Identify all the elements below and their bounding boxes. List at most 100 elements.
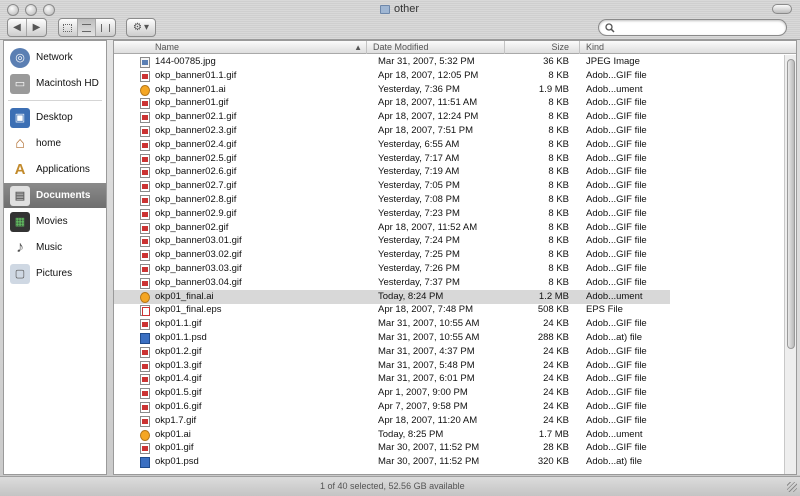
sidebar-item-music[interactable]: ♪ Music xyxy=(4,235,106,260)
table-row[interactable]: okp01.5.gif Apr 1, 2007, 9:00 PM 24 KB Adob… xyxy=(114,386,670,400)
file-name: okp01.gif xyxy=(155,442,194,454)
file-name: okp_banner01.gif xyxy=(155,97,229,109)
sidebar-item-movies[interactable]: ▦ Movies xyxy=(4,209,106,234)
search-input[interactable] xyxy=(619,22,779,33)
sidebar-item-network[interactable]: ◎ Network xyxy=(4,45,106,70)
sidebar: ◎ Network ▭ Macintosh HD ▣ Desktop ⌂ hom… xyxy=(3,40,107,475)
table-row[interactable]: okp_banner03.02.gif Yesterday, 7:25 PM 8 K… xyxy=(114,248,670,262)
scrollbar-thumb[interactable] xyxy=(787,59,795,349)
file-size: 24 KB xyxy=(543,318,569,330)
file-name: okp_banner02.1.gif xyxy=(155,111,237,123)
column-header-name[interactable]: Name ▲ xyxy=(114,41,367,54)
table-row[interactable]: okp_banner01.gif Apr 18, 2007, 11:51 AM 8 … xyxy=(114,96,670,110)
table-row[interactable]: okp_banner02.5.gif Yesterday, 7:17 AM 8 KB… xyxy=(114,152,670,166)
table-row[interactable]: okp_banner02.1.gif Apr 18, 2007, 12:24 PM… xyxy=(114,110,670,124)
psd-file-icon xyxy=(140,333,150,344)
table-row[interactable]: okp_banner02.8.gif Yesterday, 7:08 PM 8 KB… xyxy=(114,193,670,207)
list-view-icon xyxy=(82,23,91,32)
gif-file-icon xyxy=(140,388,150,400)
sidebar-item-desktop[interactable]: ▣ Desktop xyxy=(4,105,106,130)
home-icon: ⌂ xyxy=(15,134,25,152)
close-window-button[interactable] xyxy=(7,4,19,16)
table-row[interactable]: okp_banner03.04.gif Yesterday, 7:37 PM 8 K… xyxy=(114,276,670,290)
file-kind: Adob...ument xyxy=(586,290,643,302)
table-row[interactable]: 144-00785.jpg Mar 31, 2007, 5:32 PM 36 KB J… xyxy=(114,55,670,69)
column-header: Name ▲ Date Modified Size Kind xyxy=(114,41,796,54)
file-date: Mar 31, 2007, 6:01 PM xyxy=(378,373,475,385)
table-row[interactable]: okp_banner01.1.gif Apr 18, 2007, 12:05 PM… xyxy=(114,69,670,83)
table-row[interactable]: okp_banner03.01.gif Yesterday, 7:24 PM 8 K… xyxy=(114,234,670,248)
file-date: Mar 31, 2007, 4:37 PM xyxy=(378,345,475,357)
table-row[interactable]: okp_banner03.03.gif Yesterday, 7:26 PM 8 K… xyxy=(114,262,670,276)
table-row[interactable]: okp1.7.gif Apr 18, 2007, 11:20 AM 24 KB Ado… xyxy=(114,414,670,428)
file-date: Apr 18, 2007, 7:51 PM xyxy=(378,125,474,136)
icon-view-icon xyxy=(63,23,73,32)
file-date: Mar 31, 2007, 5:48 PM xyxy=(378,359,475,371)
table-row[interactable]: okp01.gif Mar 30, 2007, 11:52 PM 28 KB Adob… xyxy=(114,441,670,455)
resize-grip-icon[interactable] xyxy=(787,482,797,492)
column-view-button[interactable] xyxy=(96,19,115,36)
table-row[interactable]: okp_banner02.6.gif Yesterday, 7:19 AM 8 KB… xyxy=(114,165,670,179)
file-size: 8 KB xyxy=(548,221,569,233)
search-field[interactable] xyxy=(598,19,787,36)
table-row[interactable]: okp01.1.gif Mar 31, 2007, 10:55 AM 24 KB Ad… xyxy=(114,317,670,331)
table-row[interactable]: okp_banner02.gif Apr 18, 2007, 11:52 AM 8 … xyxy=(114,221,670,235)
table-row[interactable]: okp01.1.psd Mar 31, 2007, 10:55 AM 288 KB A… xyxy=(114,331,670,345)
column-header-date[interactable]: Date Modified xyxy=(367,41,505,54)
sidebar-item-macintosh-hd[interactable]: ▭ Macintosh HD xyxy=(4,71,106,96)
view-buttons xyxy=(58,18,116,37)
file-date: Yesterday, 7:24 PM xyxy=(378,235,460,247)
file-name: okp_banner01.1.gif xyxy=(155,69,237,81)
sidebar-item-documents[interactable]: ▤ Documents xyxy=(4,183,106,208)
table-row[interactable]: okp01.4.gif Mar 31, 2007, 6:01 PM 24 KB Ado… xyxy=(114,372,670,386)
table-row[interactable]: okp01.3.gif Mar 31, 2007, 5:48 PM 24 KB Ado… xyxy=(114,359,670,373)
table-row[interactable]: okp_banner02.7.gif Yesterday, 7:05 PM 8 KB… xyxy=(114,179,670,193)
file-kind: EPS File xyxy=(586,304,623,316)
table-row[interactable]: okp01.ai Today, 8:25 PM 1.7 MB Adob...ument xyxy=(114,428,670,442)
column-header-kind[interactable]: Kind xyxy=(580,41,668,54)
table-row[interactable]: okp01_final.ai Today, 8:24 PM 1.2 MB Adob..… xyxy=(114,289,670,304)
action-menu-button[interactable]: ⚙ ▾ xyxy=(126,18,156,37)
sidebar-item-pictures[interactable]: ▢ Pictures xyxy=(4,261,106,286)
forward-button[interactable]: ▶ xyxy=(27,19,46,36)
table-row[interactable]: okp01.6.gif Apr 7, 2007, 9:58 PM 24 KB Adob… xyxy=(114,400,670,414)
file-size: 8 KB xyxy=(548,235,569,247)
column-header-size[interactable]: Size xyxy=(505,41,580,54)
list-view-button[interactable] xyxy=(77,19,97,36)
back-button[interactable]: ◀ xyxy=(8,19,28,36)
table-row[interactable]: okp_banner01.ai Yesterday, 7:36 PM 1.9 MB A… xyxy=(114,83,670,97)
table-row[interactable]: okp_banner02.3.gif Apr 18, 2007, 7:51 PM 8… xyxy=(114,124,670,138)
file-name: okp_banner02.7.gif xyxy=(155,180,237,192)
gif-file-icon xyxy=(140,153,150,165)
file-size: 24 KB xyxy=(543,401,569,412)
file-date: Mar 30, 2007, 11:52 PM xyxy=(378,442,480,454)
table-row[interactable]: okp01.2.gif Mar 31, 2007, 4:37 PM 24 KB Ado… xyxy=(114,345,670,359)
file-kind: Adob...GIF file xyxy=(586,442,647,454)
file-name: okp_banner02.9.gif xyxy=(155,207,237,219)
table-row[interactable]: okp_banner02.9.gif Yesterday, 7:23 PM 8 KB… xyxy=(114,207,670,221)
minimize-window-button[interactable] xyxy=(25,4,37,16)
file-name: okp01.1.gif xyxy=(155,318,202,330)
gif-file-icon xyxy=(140,222,150,234)
sidebar-item-applications[interactable]: A Applications xyxy=(4,157,106,182)
file-size: 8 KB xyxy=(548,276,569,288)
file-name: okp01_final.eps xyxy=(155,304,222,316)
toolbar-toggle-button[interactable] xyxy=(772,4,792,14)
sidebar-item-home[interactable]: ⌂ home xyxy=(4,131,106,156)
sidebar-item-label: Desktop xyxy=(36,112,73,123)
status-text: 1 of 40 selected, 52.56 GB available xyxy=(320,481,465,491)
file-list: Name ▲ Date Modified Size Kind 144-00785… xyxy=(113,40,797,475)
gif-file-icon xyxy=(140,374,150,386)
icon-view-button[interactable] xyxy=(59,19,78,36)
gif-file-icon xyxy=(140,195,150,206)
table-row[interactable]: okp_banner02.4.gif Yesterday, 6:55 AM 8 KB… xyxy=(114,138,670,152)
file-date: Yesterday, 7:23 PM xyxy=(378,207,460,219)
zoom-window-button[interactable] xyxy=(43,4,55,16)
table-row[interactable]: okp01_final.eps Apr 18, 2007, 7:48 PM 508 … xyxy=(114,303,670,317)
file-kind: Adob...GIF file xyxy=(586,249,647,261)
vertical-scrollbar[interactable] xyxy=(784,55,796,474)
file-size: 8 KB xyxy=(548,152,569,164)
file-kind: Adob...GIF file xyxy=(586,318,647,330)
table-row[interactable]: okp01.psd Mar 30, 2007, 11:52 PM 320 KB Ado… xyxy=(114,455,670,469)
file-size: 24 KB xyxy=(543,414,569,426)
